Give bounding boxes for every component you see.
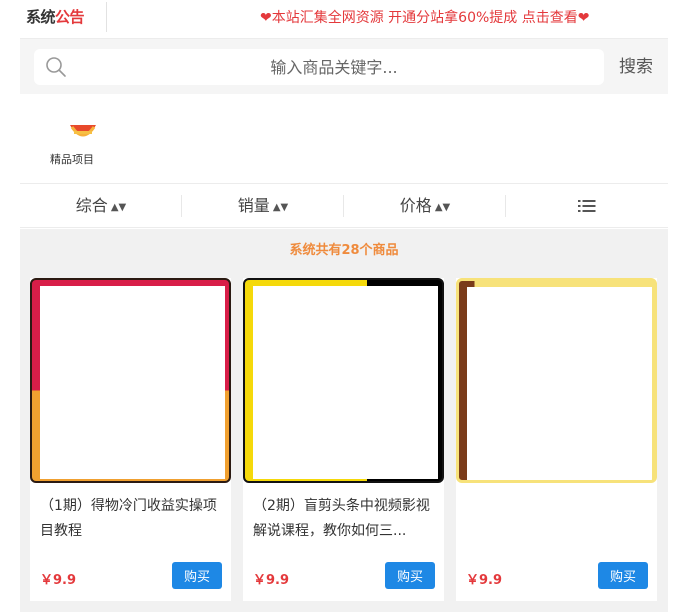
buy-button[interactable]: 购买 [172, 562, 222, 589]
category-grid: 精品项目 [20, 95, 668, 183]
search-icon [46, 57, 66, 77]
product-image[interactable] [30, 278, 231, 483]
category-item-featured[interactable]: 精品项目 [50, 95, 122, 175]
product-title[interactable] [466, 494, 652, 544]
product-list: 系统共有28个商品 （1期）得物冷门收益实操项目教程 ￥9.9 购买 （2期）盲… [20, 229, 668, 612]
list-icon[interactable] [578, 198, 596, 214]
notice-label: 系统公告 [26, 6, 85, 27]
product-price: ￥9.9 [40, 573, 77, 588]
product-count: 系统共有28个商品 [20, 239, 668, 258]
product-image-placeholder [40, 286, 225, 479]
sort-label: 销量 [237, 196, 270, 215]
sort-label: 综合 [75, 196, 108, 215]
sort-price[interactable]: 价格 ▲▼ [344, 184, 506, 228]
product-title[interactable]: （2期）盲剪头条中视频影视解说课程，教你如何三... [253, 494, 439, 544]
sort-comprehensive[interactable]: 综合 ▲▼ [20, 184, 182, 228]
product-image[interactable] [243, 278, 444, 483]
divider [505, 195, 506, 217]
search-input[interactable] [74, 49, 594, 85]
sort-bar: 综合 ▲▼ 销量 ▲▼ 价格 ▲▼ [20, 183, 668, 228]
basket-icon [70, 125, 96, 137]
notice-text[interactable]: ❤本站汇集全网资源 开通分站拿60%提成 点击查看❤ [260, 7, 589, 27]
search-box[interactable] [34, 49, 604, 85]
search-button[interactable]: 搜索 [612, 49, 660, 85]
notice-label-part1: 系统 [26, 8, 56, 26]
count-prefix: 系统共有 [289, 243, 342, 258]
count-number: 28 [341, 243, 360, 258]
product-price: ￥9.9 [466, 573, 503, 588]
product-image[interactable] [456, 278, 657, 483]
count-suffix: 个商品 [359, 243, 399, 258]
product-card[interactable]: （1期）得物冷门收益实操项目教程 ￥9.9 购买 [30, 278, 231, 601]
sort-label: 价格 [399, 196, 432, 215]
sort-arrows-icon: ▲▼ [272, 202, 289, 213]
search-bar: 搜索 [20, 38, 668, 94]
divider [106, 2, 107, 32]
product-image-placeholder [253, 286, 438, 479]
sort-arrows-icon: ▲▼ [434, 202, 451, 213]
product-image-placeholder [467, 287, 652, 480]
product-card[interactable]: ￥9.9 购买 [456, 278, 657, 601]
product-price: ￥9.9 [253, 573, 290, 588]
product-title[interactable]: （1期）得物冷门收益实操项目教程 [40, 494, 226, 544]
sort-sales[interactable]: 销量 ▲▼ [182, 184, 344, 228]
notice-label-part2: 公告 [55, 8, 85, 26]
sort-arrows-icon: ▲▼ [110, 202, 127, 213]
product-card[interactable]: （2期）盲剪头条中视频影视解说课程，教你如何三... ￥9.9 购买 [243, 278, 444, 601]
page: 系统公告 ❤本站汇集全网资源 开通分站拿60%提成 点击查看❤ 搜索 精品项目 [0, 0, 674, 612]
buy-button[interactable]: 购买 [385, 562, 435, 589]
buy-button[interactable]: 购买 [598, 562, 648, 589]
notice-bar[interactable]: 系统公告 ❤本站汇集全网资源 开通分站拿60%提成 点击查看❤ [20, 0, 668, 36]
category-label: 精品项目 [50, 153, 94, 166]
